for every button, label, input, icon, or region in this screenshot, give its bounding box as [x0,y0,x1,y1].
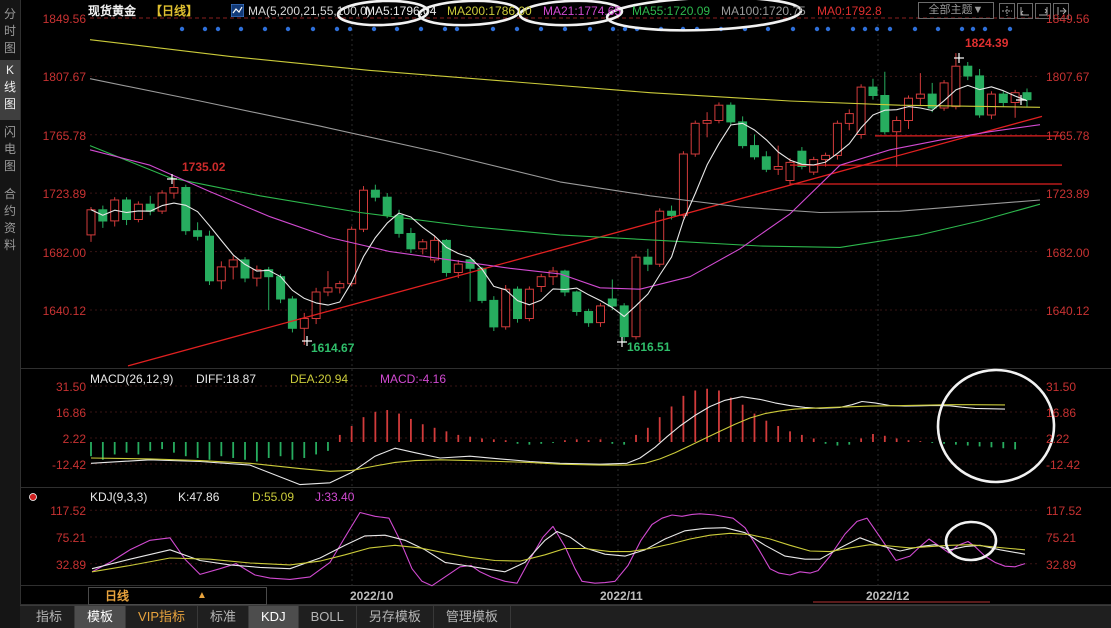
pan-icon[interactable] [999,3,1015,19]
bottom-indicator-tabbar: 指标模板VIP指标标准KDJBOLL另存模板管理模板 [20,605,1111,628]
macd-axis-label-right: 2.22 [1046,432,1069,446]
kdj-axis-label-right: 32.89 [1046,558,1076,572]
sidebar-item-3[interactable]: 闪 电 图 [0,122,20,180]
ma-value-1: MA5:1796.04 [365,4,436,18]
kdj-header-part: J:33.40 [315,490,354,504]
macd-axis-label-right: 31.50 [1046,380,1076,394]
chart-canvas[interactable] [0,0,1111,628]
period-arrow-icon: ▲ [197,588,207,604]
price-axis-label-left: 1640.12 [24,304,86,318]
price-annotation: 1614.67 [311,341,354,355]
ma-params-label: MA(5,200,21,55,100,0) [248,4,371,18]
price-axis-label-right: 1640.12 [1046,304,1089,318]
tab-7[interactable]: 另存模板 [357,606,434,628]
price-axis-label-right: 1765.78 [1046,129,1089,143]
ma-value-4: MA55:1720.09 [632,4,710,18]
price-axis-label-right: 1849.56 [1046,12,1089,26]
macd-axis-label-left: 16.86 [24,406,86,420]
macd-histogram [91,389,1015,462]
price-axis-label-left: 1807.67 [24,70,86,84]
period-selector-box[interactable]: 日线 ▲ [88,587,267,605]
price-axis-label-right: 1682.00 [1046,246,1089,260]
tab-6[interactable]: BOLL [299,606,357,628]
tab-4[interactable]: 标准 [198,606,249,628]
macd-axis-label-left: 2.22 [24,432,86,446]
sidebar-item-2[interactable]: K 线 图 [0,60,20,120]
price-annotation: 1824.39 [965,36,1008,50]
macd-header-part: MACD(26,12,9) [90,372,173,386]
macd-header-part: MACD:-4.16 [380,372,446,386]
kdj-header-part: D:55.09 [252,490,294,504]
kdj-header-part: KDJ(9,3,3) [90,490,147,504]
gridlines [90,18,1040,585]
price-axis-label-left: 1765.78 [24,129,86,143]
tab-1[interactable]: 指标 [24,606,75,628]
sidebar-item-4[interactable]: 合 约 资 料 [0,184,20,258]
trading-app-window: 分 时 图K 线 图闪 电 图合 约 资 料 现货黄金 【日线】 MA(5,20… [0,0,1111,628]
macd-lines [91,397,1005,485]
price-annotation: 1616.51 [627,340,670,354]
period-tag: 【日线】 [150,4,198,18]
macd-axis-label-left: -12.42 [24,458,86,472]
tab-8[interactable]: 管理模板 [434,606,511,628]
kdj-axis-label-right: 75.21 [1046,531,1076,545]
kdj-lines [92,513,1025,586]
chart-header: 现货黄金 【日线】 MA(5,200,21,55,100,0) 全部主题▼ MA… [20,0,1111,22]
fit-left-icon[interactable] [1017,3,1033,19]
date-axis-label: 2022/11 [600,589,643,603]
chart-type-icon[interactable] [231,4,244,17]
tab-2[interactable]: 模板 [75,606,126,628]
macd-axis-label-right: 16.86 [1046,406,1076,420]
ma-value-5: MA100:1720.75 [721,4,806,18]
kdj-axis-label-left: 75.21 [24,531,86,545]
macd-header-part: DEA:20.94 [290,372,348,386]
kdj-header-part: K:47.86 [178,490,219,504]
macd-header-part: DIFF:18.87 [196,372,256,386]
kdj-axis-label-left: 32.89 [24,558,86,572]
marker-dots-layer [180,27,1012,31]
kdj-live-dot [30,494,37,501]
left-chart-type-sidebar: 分 时 图K 线 图闪 电 图合 约 资 料 [0,0,21,628]
kdj-axis-label-right: 117.52 [1046,504,1082,518]
symbol-title: 现货黄金 [88,4,136,18]
trendlines-layer [128,116,1062,366]
date-axis-label: 2022/12 [866,589,909,603]
ma-value-2: MA200:1786.00 [447,4,532,18]
ma-value-3: MA21:1774.65 [543,4,621,18]
date-axis-label: 2022/10 [350,589,393,603]
tab-5[interactable]: KDJ [249,606,299,628]
period-label: 日线 [105,588,129,604]
macd-axis-label-right: -12.42 [1046,458,1080,472]
kdj-axis-label-left: 117.52 [24,504,86,518]
theme-dropdown-button[interactable]: 全部主题▼ [918,2,994,19]
price-axis-label-left: 1723.89 [24,187,86,201]
price-axis-label-left: 1849.56 [24,12,86,26]
tab-3[interactable]: VIP指标 [126,606,198,628]
ma-value-6: MA0:1792.8 [817,4,882,18]
macd-axis-label-left: 31.50 [24,380,86,394]
price-axis-label-right: 1723.89 [1046,187,1089,201]
price-axis-label-left: 1682.00 [24,246,86,260]
price-axis-label-right: 1807.67 [1046,70,1089,84]
sidebar-item-1[interactable]: 分 时 图 [0,4,20,60]
price-annotation: 1735.02 [182,160,225,174]
